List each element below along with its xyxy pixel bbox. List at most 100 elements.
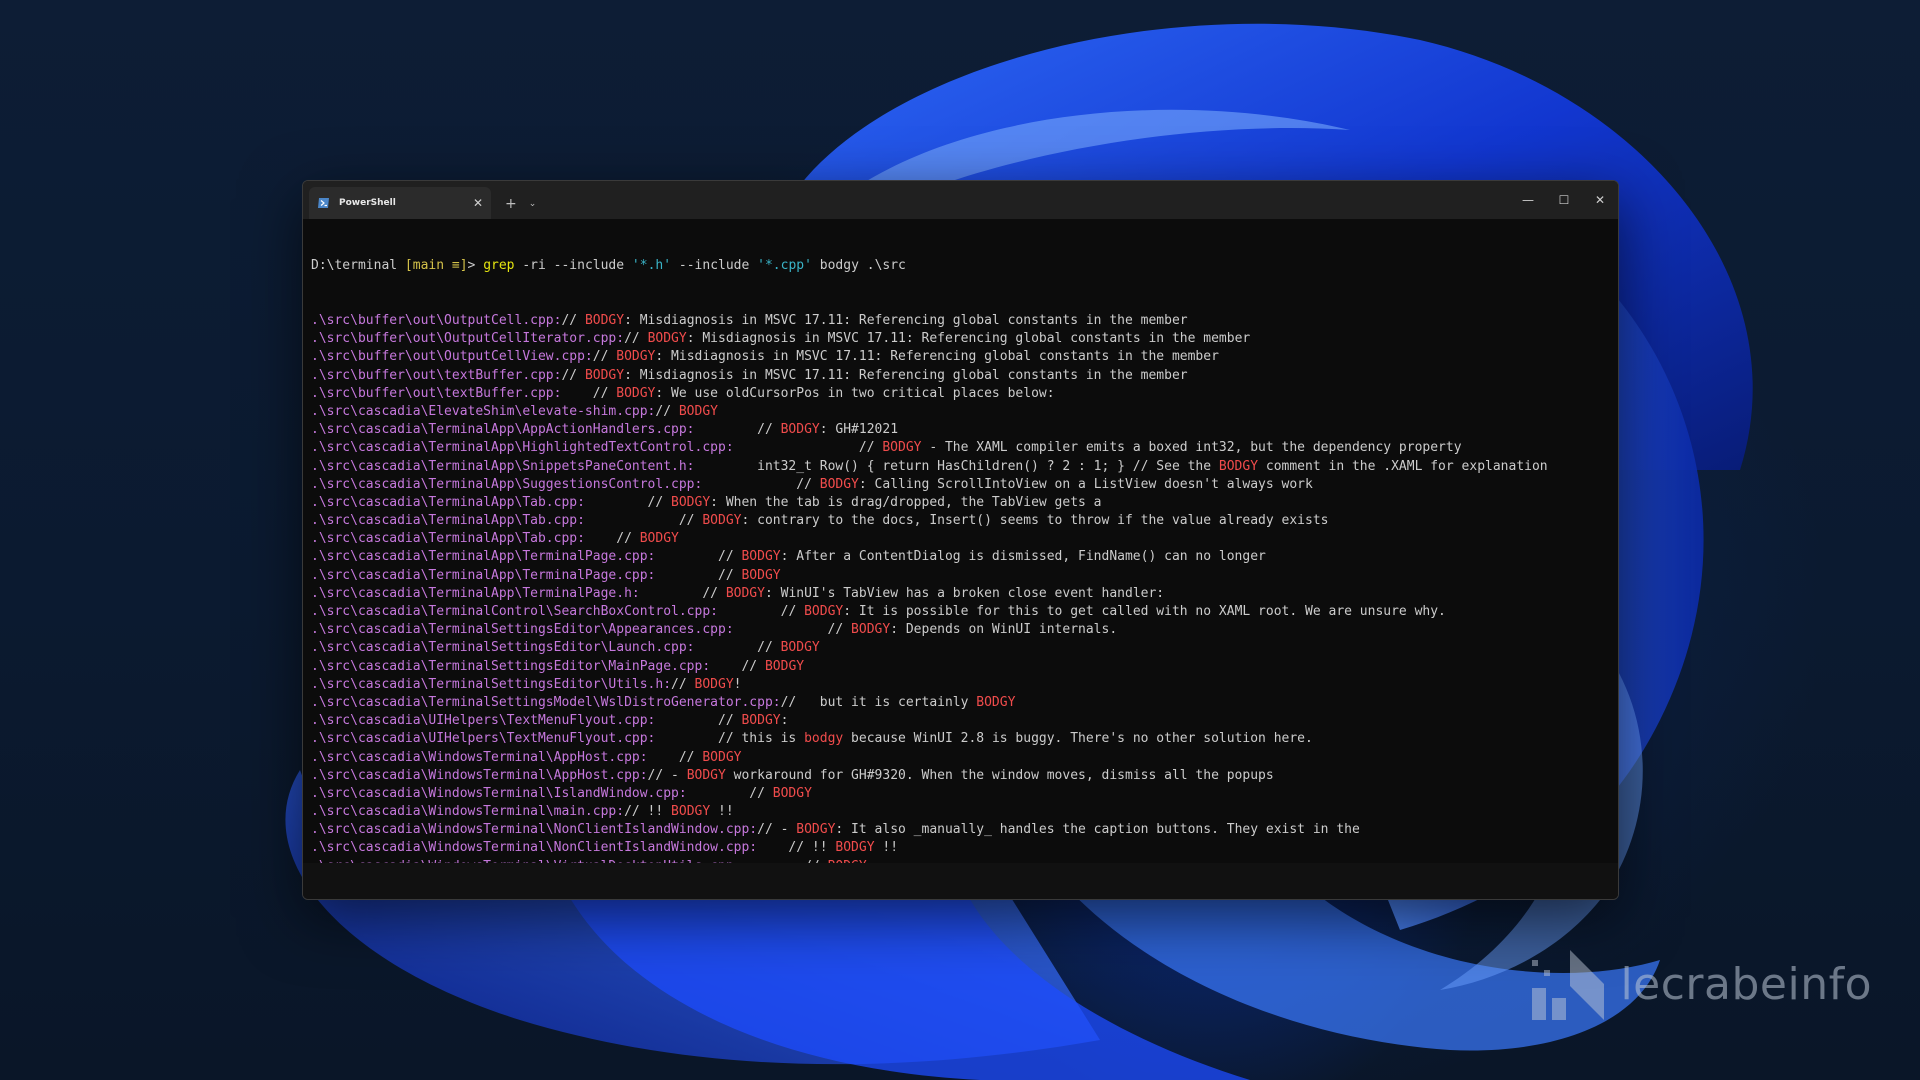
- result-pre: //: [584, 494, 672, 510]
- result-pre: //: [592, 349, 617, 365]
- chevron-down-icon[interactable]: ⌄: [529, 199, 537, 209]
- result-post: : Misdiagnosis in MSVC 17.11: Referencin…: [624, 367, 1188, 383]
- result-filename: .\src\cascadia\TerminalSettingsEditor\Ut…: [311, 676, 672, 692]
- result-post: !: [733, 676, 742, 692]
- result-match: BODGY: [639, 531, 679, 547]
- result-line: .\src\buffer\out\textBuffer.cpp:// BODGY…: [311, 367, 1610, 385]
- result-line: .\src\cascadia\TerminalSettingsEditor\La…: [311, 639, 1610, 657]
- result-filename: .\src\cascadia\TerminalApp\HighlightedTe…: [311, 440, 734, 456]
- result-filename: .\src\cascadia\WindowsTerminal\main.cpp:: [311, 804, 625, 820]
- terminal-output[interactable]: D:\terminal [main ≡]> grep -ri --include…: [303, 219, 1618, 899]
- tab-title: PowerShell: [339, 198, 396, 208]
- result-filename: .\src\cascadia\TerminalSettingsEditor\Ma…: [311, 658, 711, 674]
- minimize-icon[interactable]: —: [1510, 181, 1546, 219]
- result-line: .\src\cascadia\WindowsTerminal\IslandWin…: [311, 785, 1610, 803]
- result-match: BODGY: [780, 422, 820, 438]
- result-filename: .\src\cascadia\TerminalSettingsEditor\La…: [311, 640, 695, 656]
- result-match: BODGY: [772, 785, 812, 801]
- result-match: bodgy: [804, 731, 844, 747]
- terminal-bottom-padding: [303, 863, 1618, 899]
- result-pre: //: [733, 440, 883, 456]
- result-filename: .\src\cascadia\TerminalApp\TerminalPage.…: [311, 549, 656, 565]
- result-filename: .\src\buffer\out\textBuffer.cpp:: [311, 367, 562, 383]
- tab-powershell[interactable]: PowerShell ✕: [309, 187, 491, 219]
- maximize-icon[interactable]: ☐: [1546, 181, 1582, 219]
- result-line: .\src\cascadia\ElevateShim\elevate-shim.…: [311, 403, 1610, 421]
- result-match: BODGY: [764, 658, 805, 674]
- result-match: BODGY: [741, 713, 781, 729]
- window-controls: — ☐ ✕: [1510, 181, 1618, 219]
- result-post: - The XAML compiler emits a boxed int32,…: [921, 440, 1462, 456]
- result-filename: .\src\cascadia\WindowsTerminal\NonClient…: [311, 840, 758, 856]
- result-pre: //: [702, 476, 820, 492]
- result-pre: //: [694, 640, 781, 656]
- result-match: BODGY: [694, 676, 734, 692]
- result-line: .\src\cascadia\TerminalApp\TerminalPage.…: [311, 548, 1610, 566]
- prompt-line: D:\terminal [main ≡]> grep -ri --include…: [311, 257, 1610, 275]
- result-filename: .\src\cascadia\WindowsTerminal\AppHost.c…: [311, 749, 648, 765]
- result-line: .\src\cascadia\TerminalApp\Tab.cpp: // B…: [311, 530, 1610, 548]
- result-line: .\src\cascadia\UIHelpers\TextMenuFlyout.…: [311, 730, 1610, 748]
- result-pre: //: [686, 785, 773, 801]
- prompt-command: grep: [483, 258, 515, 274]
- result-match: BODGY: [686, 767, 726, 783]
- result-pre: //: [561, 367, 585, 383]
- result-pre: //: [584, 531, 640, 547]
- result-match: BODGY: [882, 440, 922, 456]
- result-pre: // !!: [624, 804, 672, 820]
- result-post: : Misdiagnosis in MSVC 17.11: Referencin…: [655, 349, 1219, 365]
- result-line: .\src\buffer\out\OutputCell.cpp:// BODGY…: [311, 312, 1610, 330]
- result-filename: .\src\cascadia\TerminalApp\SuggestionsCo…: [311, 476, 703, 492]
- result-post: !!: [874, 840, 899, 856]
- prompt-symbol: >: [467, 258, 484, 274]
- result-line: .\src\buffer\out\OutputCellView.cpp:// B…: [311, 348, 1610, 366]
- result-pre: //: [671, 676, 695, 692]
- result-pre: int32_t Row() { return HasChildren() ? 2…: [694, 458, 1219, 474]
- result-match: BODGY: [584, 313, 625, 328]
- result-filename: .\src\cascadia\TerminalApp\TerminalPage.…: [311, 585, 640, 601]
- result-pre: //: [733, 622, 852, 638]
- result-filename: .\src\buffer\out\OutputCell.cpp:: [311, 313, 562, 328]
- result-filename: .\src\cascadia\WindowsTerminal\IslandWin…: [311, 785, 687, 801]
- prompt-string-2: '*.cpp': [757, 258, 812, 274]
- result-match: BODGY: [976, 694, 1016, 710]
- result-match: BODGY: [851, 622, 891, 638]
- watermark: lecrabeinfo: [1530, 946, 1872, 1022]
- title-bar[interactable]: PowerShell ✕ + ⌄ — ☐ ✕: [303, 181, 1618, 219]
- result-post: : It is possible for this to get called …: [843, 604, 1446, 619]
- result-match: BODGY: [1218, 458, 1259, 474]
- result-line: .\src\cascadia\UIHelpers\TextMenuFlyout.…: [311, 712, 1610, 730]
- result-pre: // but it is certainly: [780, 694, 977, 710]
- result-line: .\src\cascadia\TerminalApp\AppActionHand…: [311, 421, 1610, 439]
- watermark-text: lecrabeinfo: [1620, 958, 1872, 1010]
- result-filename: .\src\cascadia\TerminalApp\SnippetsPaneC…: [311, 458, 695, 474]
- result-filename: .\src\cascadia\UIHelpers\TextMenuFlyout.…: [311, 713, 656, 729]
- result-pre: //: [655, 713, 742, 729]
- result-filename: .\src\cascadia\ElevateShim\elevate-shim.…: [311, 403, 656, 419]
- close-icon[interactable]: ✕: [1582, 181, 1618, 219]
- result-pre: //: [584, 513, 703, 529]
- result-filename: .\src\cascadia\TerminalApp\Tab.cpp:: [311, 531, 585, 547]
- result-post: : Depends on WinUI internals.: [890, 622, 1118, 638]
- result-line: .\src\cascadia\TerminalSettingsEditor\Ut…: [311, 676, 1610, 694]
- result-pre: //: [655, 567, 742, 583]
- result-post: !!: [710, 804, 734, 820]
- result-match: BODGY: [671, 804, 711, 820]
- result-post: : Misdiagnosis in MSVC 17.11: Referencin…: [624, 313, 1188, 328]
- watermark-logo-icon: [1532, 950, 1605, 1020]
- result-line: .\src\cascadia\TerminalApp\Tab.cpp: // B…: [311, 494, 1610, 512]
- new-tab-button[interactable]: +: [505, 196, 517, 212]
- result-match: BODGY: [616, 349, 656, 365]
- result-pre: //: [561, 313, 585, 328]
- result-match: BODGY: [616, 385, 656, 401]
- result-pre: //: [718, 604, 805, 619]
- result-match: BODGY: [804, 604, 844, 619]
- prompt-args-2: --include: [671, 258, 758, 274]
- result-pre: // !!: [757, 840, 836, 856]
- result-pre: //: [624, 331, 648, 347]
- result-filename: .\src\cascadia\WindowsTerminal\AppHost.c…: [311, 767, 648, 783]
- result-line: .\src\cascadia\TerminalApp\TerminalPage.…: [311, 567, 1610, 585]
- tab-close-icon[interactable]: ✕: [473, 196, 483, 210]
- result-filename: .\src\cascadia\TerminalSettingsModel\Wsl…: [311, 694, 781, 710]
- result-post: : Misdiagnosis in MSVC 17.11: Referencin…: [686, 331, 1251, 347]
